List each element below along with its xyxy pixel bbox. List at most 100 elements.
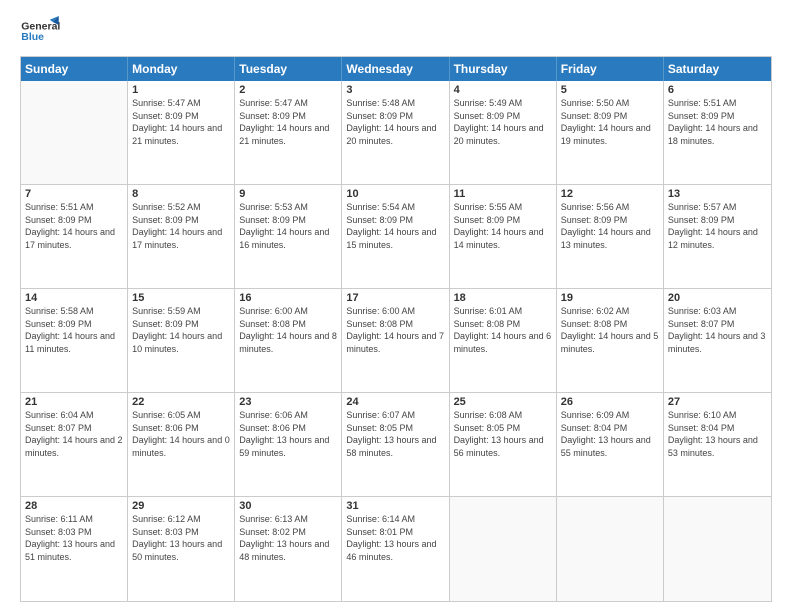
calendar-cell <box>450 497 557 601</box>
day-number: 8 <box>132 188 230 200</box>
calendar-cell: 16Sunrise: 6:00 AMSunset: 8:08 PMDayligh… <box>235 289 342 392</box>
day-info: Sunrise: 5:49 AMSunset: 8:09 PMDaylight:… <box>454 97 552 147</box>
day-number: 19 <box>561 292 659 304</box>
header-day-tuesday: Tuesday <box>235 57 342 81</box>
calendar-header: SundayMondayTuesdayWednesdayThursdayFrid… <box>21 57 771 81</box>
calendar-cell: 14Sunrise: 5:58 AMSunset: 8:09 PMDayligh… <box>21 289 128 392</box>
calendar-cell: 18Sunrise: 6:01 AMSunset: 8:08 PMDayligh… <box>450 289 557 392</box>
day-info: Sunrise: 5:58 AMSunset: 8:09 PMDaylight:… <box>25 305 123 355</box>
day-info: Sunrise: 6:11 AMSunset: 8:03 PMDaylight:… <box>25 513 123 563</box>
calendar-cell: 9Sunrise: 5:53 AMSunset: 8:09 PMDaylight… <box>235 185 342 288</box>
day-number: 16 <box>239 292 337 304</box>
calendar-cell: 27Sunrise: 6:10 AMSunset: 8:04 PMDayligh… <box>664 393 771 496</box>
day-number: 31 <box>346 500 444 512</box>
day-info: Sunrise: 5:56 AMSunset: 8:09 PMDaylight:… <box>561 201 659 251</box>
day-number: 29 <box>132 500 230 512</box>
day-number: 6 <box>668 84 767 96</box>
day-number: 7 <box>25 188 123 200</box>
day-number: 9 <box>239 188 337 200</box>
day-info: Sunrise: 5:51 AMSunset: 8:09 PMDaylight:… <box>25 201 123 251</box>
day-number: 24 <box>346 396 444 408</box>
day-info: Sunrise: 5:48 AMSunset: 8:09 PMDaylight:… <box>346 97 444 147</box>
day-info: Sunrise: 6:08 AMSunset: 8:05 PMDaylight:… <box>454 409 552 459</box>
calendar-cell <box>557 497 664 601</box>
day-number: 20 <box>668 292 767 304</box>
day-number: 30 <box>239 500 337 512</box>
calendar-cell: 12Sunrise: 5:56 AMSunset: 8:09 PMDayligh… <box>557 185 664 288</box>
calendar-cell: 7Sunrise: 5:51 AMSunset: 8:09 PMDaylight… <box>21 185 128 288</box>
calendar-cell: 20Sunrise: 6:03 AMSunset: 8:07 PMDayligh… <box>664 289 771 392</box>
calendar-cell <box>21 81 128 184</box>
calendar-cell: 23Sunrise: 6:06 AMSunset: 8:06 PMDayligh… <box>235 393 342 496</box>
day-number: 25 <box>454 396 552 408</box>
day-number: 3 <box>346 84 444 96</box>
header-day-monday: Monday <box>128 57 235 81</box>
header-day-saturday: Saturday <box>664 57 771 81</box>
day-info: Sunrise: 5:55 AMSunset: 8:09 PMDaylight:… <box>454 201 552 251</box>
calendar-cell: 29Sunrise: 6:12 AMSunset: 8:03 PMDayligh… <box>128 497 235 601</box>
calendar-cell: 6Sunrise: 5:51 AMSunset: 8:09 PMDaylight… <box>664 81 771 184</box>
calendar-cell: 4Sunrise: 5:49 AMSunset: 8:09 PMDaylight… <box>450 81 557 184</box>
day-info: Sunrise: 6:05 AMSunset: 8:06 PMDaylight:… <box>132 409 230 459</box>
calendar-cell: 26Sunrise: 6:09 AMSunset: 8:04 PMDayligh… <box>557 393 664 496</box>
day-info: Sunrise: 5:54 AMSunset: 8:09 PMDaylight:… <box>346 201 444 251</box>
calendar-body: 1Sunrise: 5:47 AMSunset: 8:09 PMDaylight… <box>21 81 771 601</box>
header-day-sunday: Sunday <box>21 57 128 81</box>
logo: General Blue <box>20 16 60 46</box>
calendar: SundayMondayTuesdayWednesdayThursdayFrid… <box>20 56 772 602</box>
day-info: Sunrise: 6:00 AMSunset: 8:08 PMDaylight:… <box>346 305 444 355</box>
calendar-cell: 31Sunrise: 6:14 AMSunset: 8:01 PMDayligh… <box>342 497 449 601</box>
day-info: Sunrise: 6:09 AMSunset: 8:04 PMDaylight:… <box>561 409 659 459</box>
calendar-cell: 10Sunrise: 5:54 AMSunset: 8:09 PMDayligh… <box>342 185 449 288</box>
day-number: 17 <box>346 292 444 304</box>
calendar-cell: 21Sunrise: 6:04 AMSunset: 8:07 PMDayligh… <box>21 393 128 496</box>
day-info: Sunrise: 5:53 AMSunset: 8:09 PMDaylight:… <box>239 201 337 251</box>
day-info: Sunrise: 5:57 AMSunset: 8:09 PMDaylight:… <box>668 201 767 251</box>
logo-icon: General Blue <box>20 16 60 46</box>
calendar-cell: 19Sunrise: 6:02 AMSunset: 8:08 PMDayligh… <box>557 289 664 392</box>
day-info: Sunrise: 6:13 AMSunset: 8:02 PMDaylight:… <box>239 513 337 563</box>
day-info: Sunrise: 6:04 AMSunset: 8:07 PMDaylight:… <box>25 409 123 459</box>
page: General Blue SundayMondayTuesdayWednesda… <box>0 0 792 612</box>
calendar-cell: 3Sunrise: 5:48 AMSunset: 8:09 PMDaylight… <box>342 81 449 184</box>
header-day-friday: Friday <box>557 57 664 81</box>
day-number: 18 <box>454 292 552 304</box>
calendar-cell <box>664 497 771 601</box>
calendar-cell: 1Sunrise: 5:47 AMSunset: 8:09 PMDaylight… <box>128 81 235 184</box>
calendar-row-3: 14Sunrise: 5:58 AMSunset: 8:09 PMDayligh… <box>21 289 771 393</box>
day-number: 22 <box>132 396 230 408</box>
calendar-cell: 11Sunrise: 5:55 AMSunset: 8:09 PMDayligh… <box>450 185 557 288</box>
day-info: Sunrise: 6:06 AMSunset: 8:06 PMDaylight:… <box>239 409 337 459</box>
day-info: Sunrise: 6:01 AMSunset: 8:08 PMDaylight:… <box>454 305 552 355</box>
calendar-cell: 28Sunrise: 6:11 AMSunset: 8:03 PMDayligh… <box>21 497 128 601</box>
day-number: 23 <box>239 396 337 408</box>
day-info: Sunrise: 5:59 AMSunset: 8:09 PMDaylight:… <box>132 305 230 355</box>
calendar-row-5: 28Sunrise: 6:11 AMSunset: 8:03 PMDayligh… <box>21 497 771 601</box>
day-info: Sunrise: 6:12 AMSunset: 8:03 PMDaylight:… <box>132 513 230 563</box>
day-number: 26 <box>561 396 659 408</box>
calendar-cell: 13Sunrise: 5:57 AMSunset: 8:09 PMDayligh… <box>664 185 771 288</box>
day-number: 15 <box>132 292 230 304</box>
calendar-row-2: 7Sunrise: 5:51 AMSunset: 8:09 PMDaylight… <box>21 185 771 289</box>
day-number: 2 <box>239 84 337 96</box>
day-number: 21 <box>25 396 123 408</box>
calendar-cell: 15Sunrise: 5:59 AMSunset: 8:09 PMDayligh… <box>128 289 235 392</box>
day-info: Sunrise: 6:10 AMSunset: 8:04 PMDaylight:… <box>668 409 767 459</box>
day-info: Sunrise: 6:03 AMSunset: 8:07 PMDaylight:… <box>668 305 767 355</box>
day-info: Sunrise: 6:00 AMSunset: 8:08 PMDaylight:… <box>239 305 337 355</box>
day-info: Sunrise: 6:14 AMSunset: 8:01 PMDaylight:… <box>346 513 444 563</box>
calendar-cell: 24Sunrise: 6:07 AMSunset: 8:05 PMDayligh… <box>342 393 449 496</box>
day-number: 10 <box>346 188 444 200</box>
day-number: 12 <box>561 188 659 200</box>
calendar-cell: 25Sunrise: 6:08 AMSunset: 8:05 PMDayligh… <box>450 393 557 496</box>
calendar-row-4: 21Sunrise: 6:04 AMSunset: 8:07 PMDayligh… <box>21 393 771 497</box>
day-info: Sunrise: 6:02 AMSunset: 8:08 PMDaylight:… <box>561 305 659 355</box>
day-info: Sunrise: 6:07 AMSunset: 8:05 PMDaylight:… <box>346 409 444 459</box>
calendar-cell: 5Sunrise: 5:50 AMSunset: 8:09 PMDaylight… <box>557 81 664 184</box>
header-day-wednesday: Wednesday <box>342 57 449 81</box>
calendar-cell: 17Sunrise: 6:00 AMSunset: 8:08 PMDayligh… <box>342 289 449 392</box>
day-number: 27 <box>668 396 767 408</box>
svg-text:Blue: Blue <box>21 31 44 43</box>
header: General Blue <box>20 16 772 46</box>
day-info: Sunrise: 5:52 AMSunset: 8:09 PMDaylight:… <box>132 201 230 251</box>
